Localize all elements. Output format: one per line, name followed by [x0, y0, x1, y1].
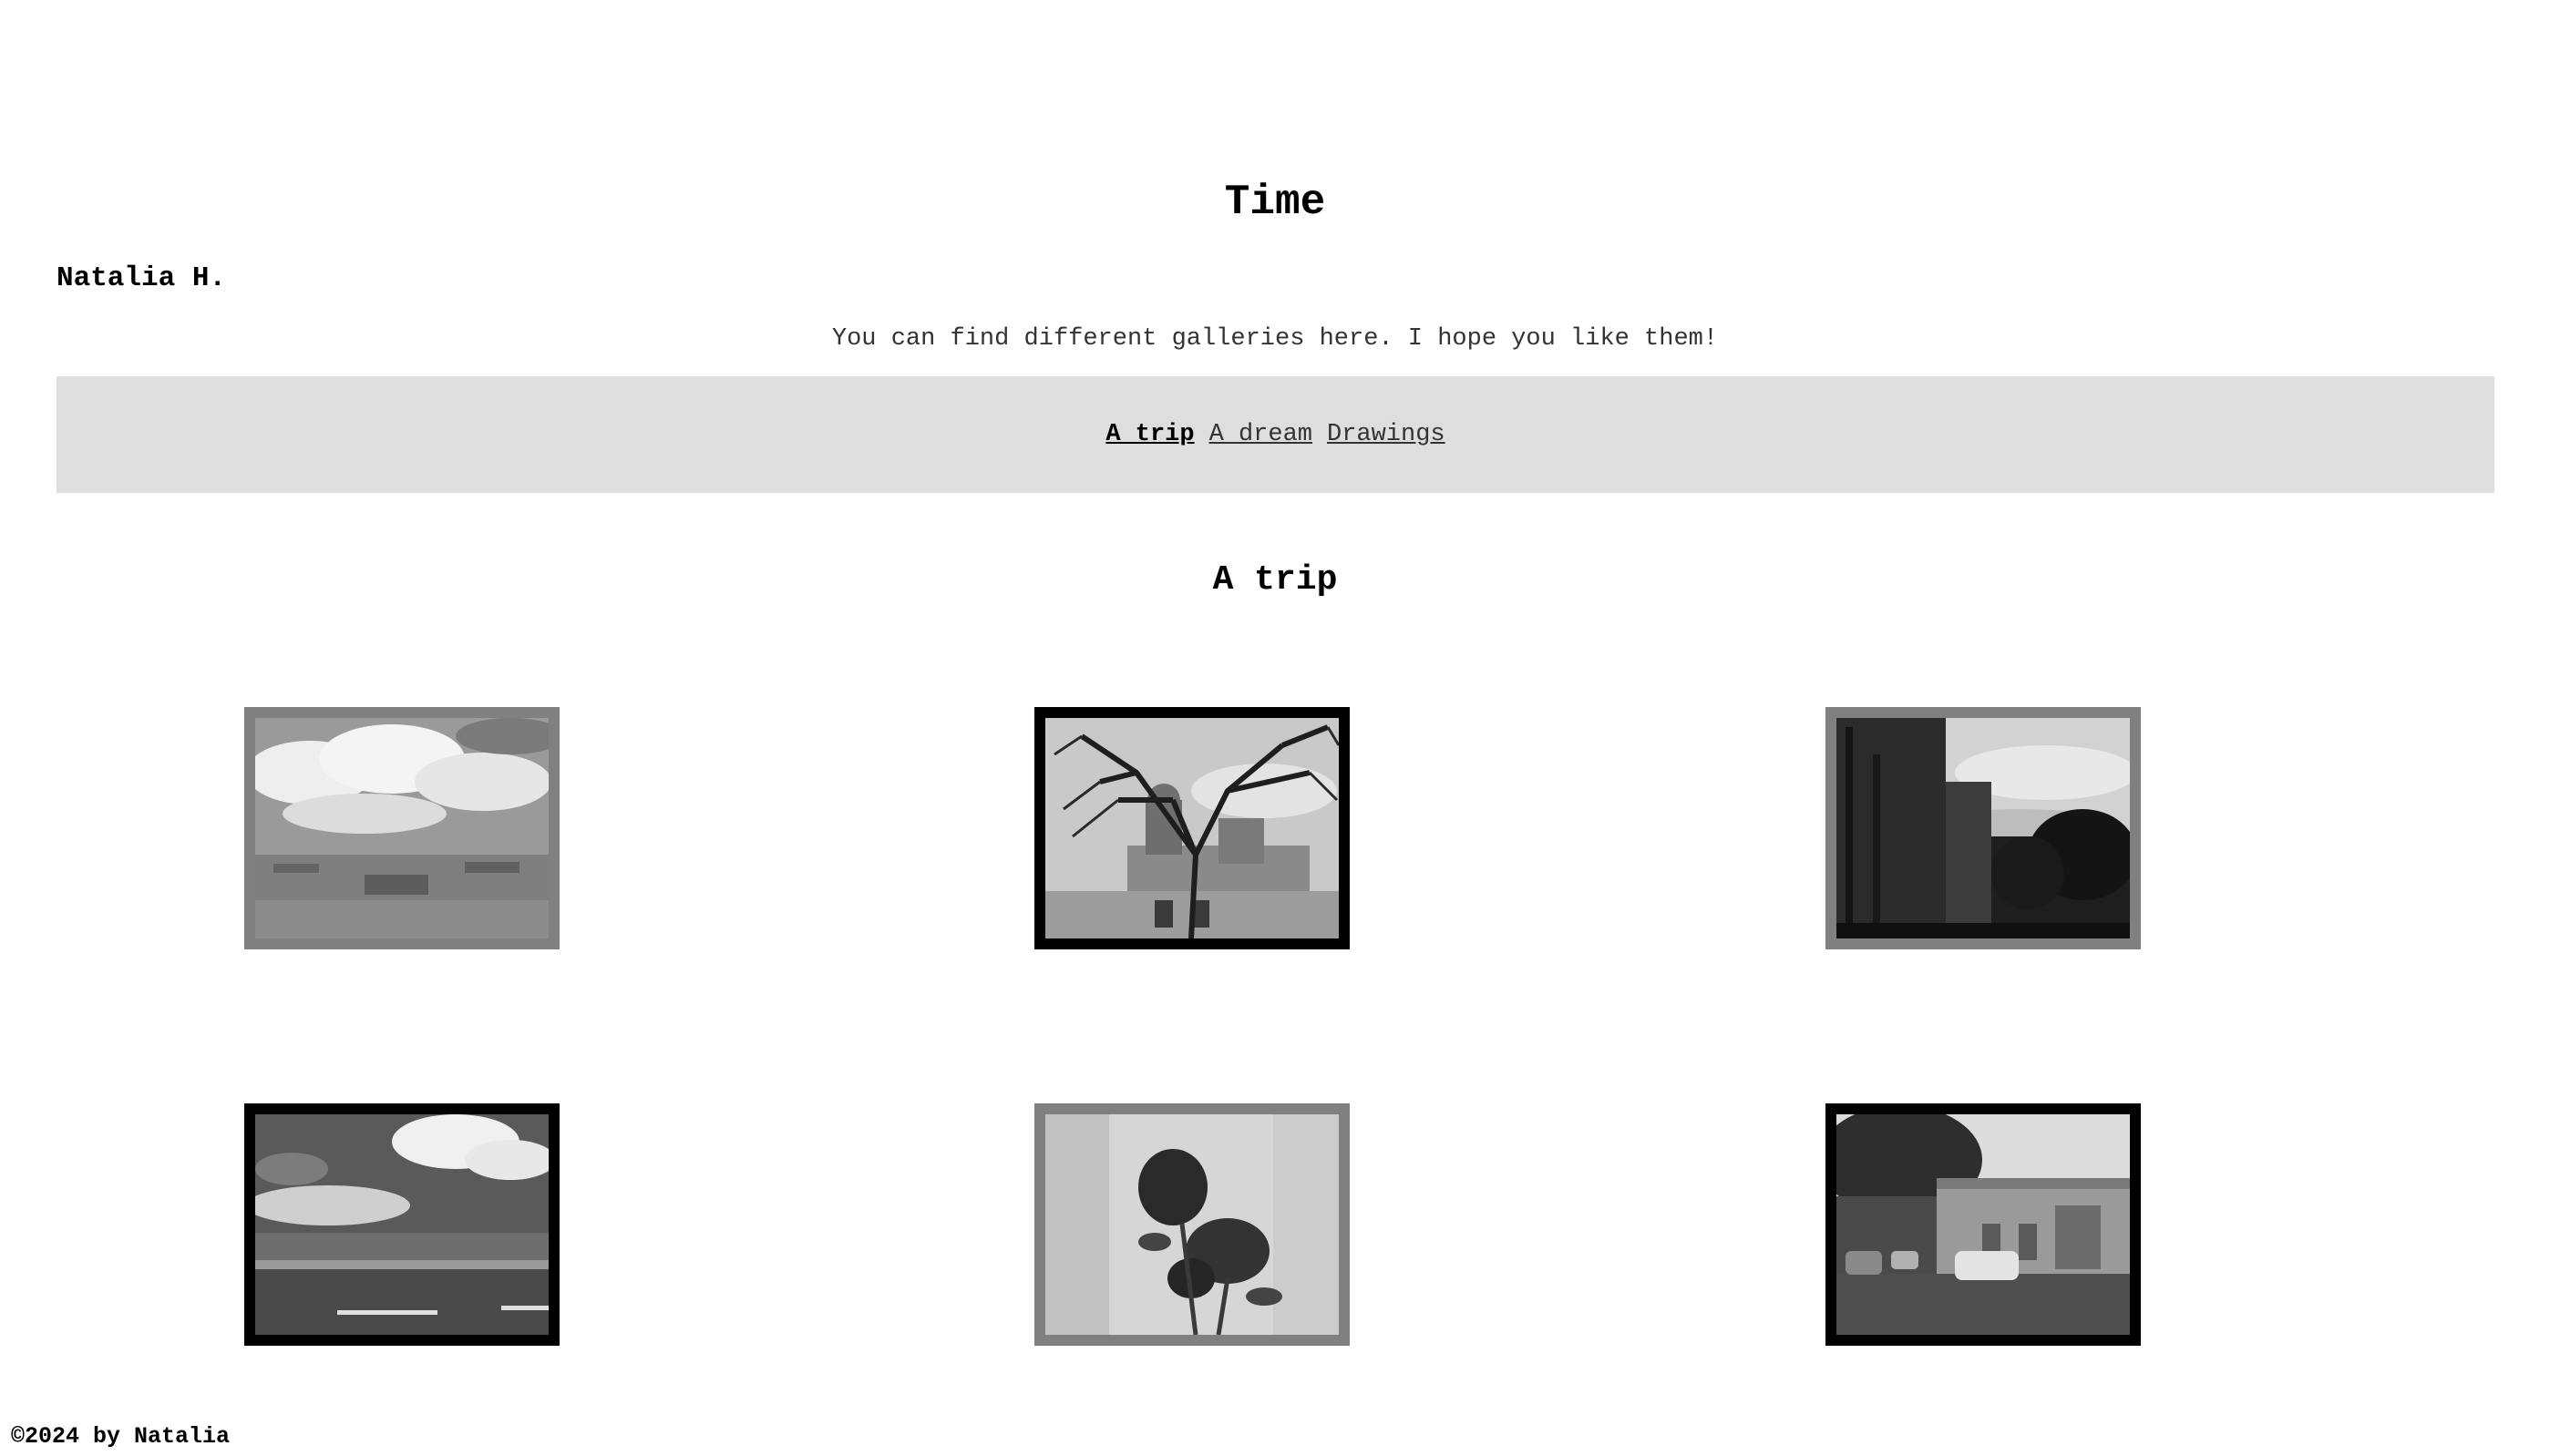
street-with-cars-photo[interactable] — [1825, 1103, 2141, 1346]
road-and-clouds-photo[interactable] — [244, 1103, 560, 1346]
tree-and-church-photo[interactable] — [1034, 707, 1350, 949]
nav-link-a-dream[interactable]: A dream — [1209, 419, 1312, 450]
street-with-buildings-photo[interactable] — [1825, 707, 2141, 949]
cloudy-valley-ruins-photo[interactable] — [244, 707, 560, 949]
author-name: Natalia H. — [57, 262, 227, 294]
street-with-cars-image — [1836, 1114, 2130, 1335]
roses-image — [1045, 1114, 1339, 1335]
gallery-nav: A trip A dream Drawings — [57, 376, 2494, 493]
street-with-buildings-image — [1836, 718, 2130, 938]
roses-photo[interactable] — [1034, 1103, 1350, 1346]
intro-text: You can find different galleries here. I… — [831, 325, 1719, 353]
nav-link-drawings[interactable]: Drawings — [1327, 419, 1445, 450]
footer-copyright: ©2024 by Natalia — [11, 1423, 231, 1450]
road-and-clouds-image — [255, 1114, 549, 1335]
page-title: Time — [1224, 179, 1326, 226]
nav-link-a-trip[interactable]: A trip — [1105, 419, 1194, 450]
gallery-title: A trip — [1212, 560, 1338, 600]
tree-and-church-image — [1045, 718, 1339, 938]
cloudy-valley-ruins-image — [255, 718, 549, 938]
